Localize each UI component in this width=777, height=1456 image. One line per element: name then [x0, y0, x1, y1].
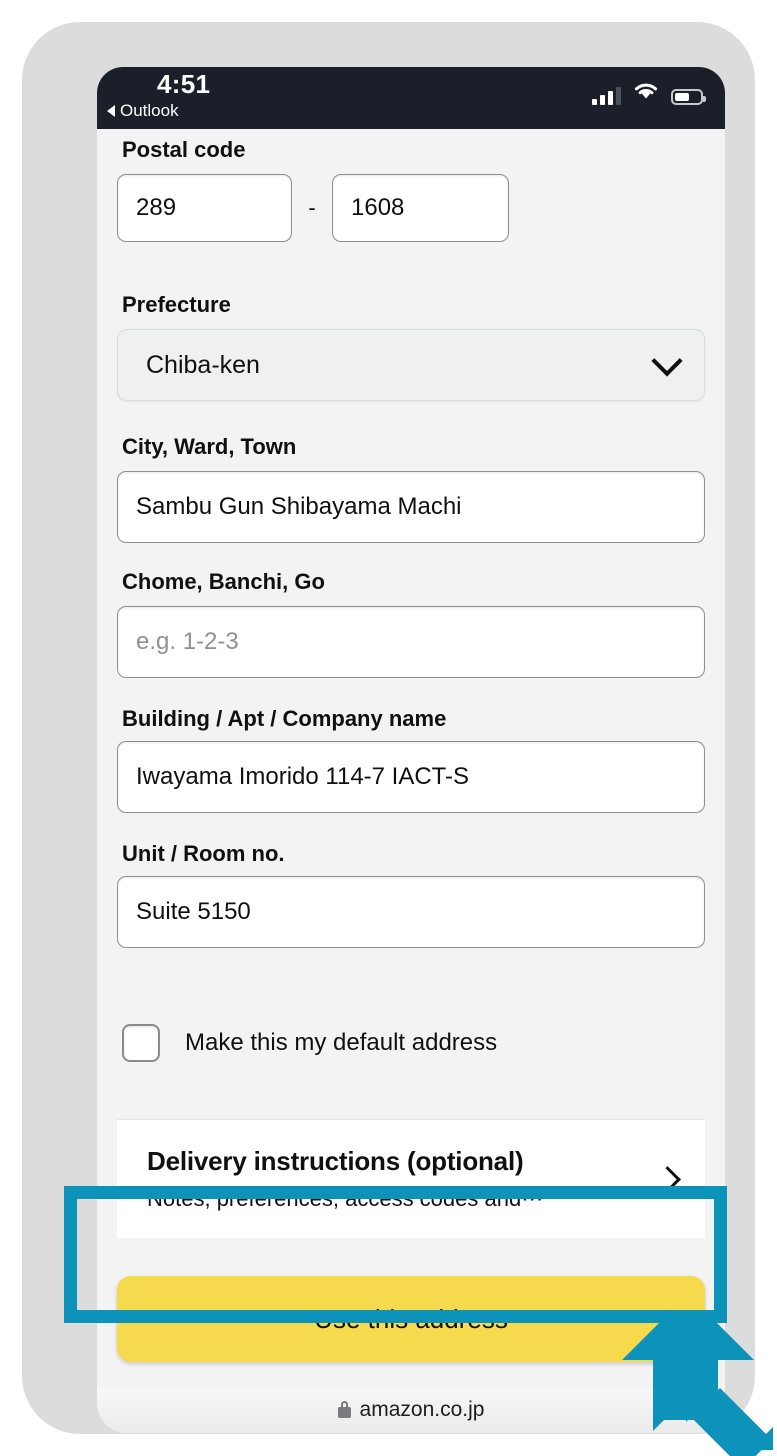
cta-region: Use this address	[97, 1254, 725, 1384]
signal-bars-icon	[592, 87, 621, 105]
delivery-instructions-row[interactable]: Delivery instructions (optional) Notes, …	[117, 1119, 705, 1238]
default-address-row[interactable]: Make this my default address	[122, 1024, 497, 1062]
unit-input[interactable]: Suite 5150	[117, 876, 705, 948]
battery-icon	[671, 89, 706, 105]
city-label: City, Ward, Town	[122, 434, 297, 459]
prefecture-value: Chiba-ken	[146, 350, 260, 379]
delivery-instructions-subtitle: Notes, preferences, access codes and⋯	[147, 1186, 544, 1211]
chome-input[interactable]: e.g. 1-2-3	[117, 606, 705, 678]
chevron-down-icon	[651, 345, 683, 377]
back-app-label: Outlook	[120, 101, 179, 120]
phone-screen: 4:51 Outlook Postal code 289 - 1608 Pref…	[97, 67, 725, 1433]
url-domain: amazon.co.jp	[359, 1398, 485, 1421]
phone-frame: 4:51 Outlook Postal code 289 - 1608 Pref…	[22, 22, 755, 1434]
postal-code-separator: -	[308, 195, 316, 220]
status-bar: 4:51 Outlook	[97, 67, 725, 129]
postal-code-first-input[interactable]: 289	[117, 174, 292, 242]
city-input[interactable]: Sambu Gun Shibayama Machi	[117, 471, 705, 543]
building-input[interactable]: Iwayama Imorido 114-7 IACT-S	[117, 741, 705, 813]
prefecture-select[interactable]: Chiba-ken	[117, 329, 705, 401]
postal-code-second-input[interactable]: 1608	[332, 174, 509, 242]
chome-label: Chome, Banchi, Go	[122, 569, 325, 594]
postal-code-label: Postal code	[122, 137, 246, 162]
lock-icon	[337, 1400, 351, 1418]
back-to-app-link[interactable]: Outlook	[107, 101, 179, 121]
use-this-address-button[interactable]: Use this address	[117, 1276, 705, 1362]
prefecture-label: Prefecture	[122, 292, 231, 317]
postal-code-row: 289 - 1608	[117, 174, 509, 242]
status-icons	[592, 79, 706, 105]
address-form-page: Postal code 289 - 1608 Prefecture Chiba-…	[97, 129, 725, 1433]
back-triangle-icon	[107, 105, 115, 117]
browser-url-bar[interactable]: amazon.co.jp	[97, 1387, 725, 1433]
delivery-instructions-text: Delivery instructions (optional) Notes, …	[147, 1146, 543, 1212]
delivery-instructions-title: Delivery instructions (optional)	[147, 1146, 524, 1176]
default-address-checkbox[interactable]	[122, 1024, 160, 1062]
unit-label: Unit / Room no.	[122, 841, 285, 866]
default-address-label: Make this my default address	[185, 1029, 498, 1056]
status-time: 4:51	[157, 69, 211, 99]
chevron-right-icon	[654, 1165, 681, 1193]
wifi-icon	[633, 81, 659, 105]
building-label: Building / Apt / Company name	[122, 706, 447, 731]
